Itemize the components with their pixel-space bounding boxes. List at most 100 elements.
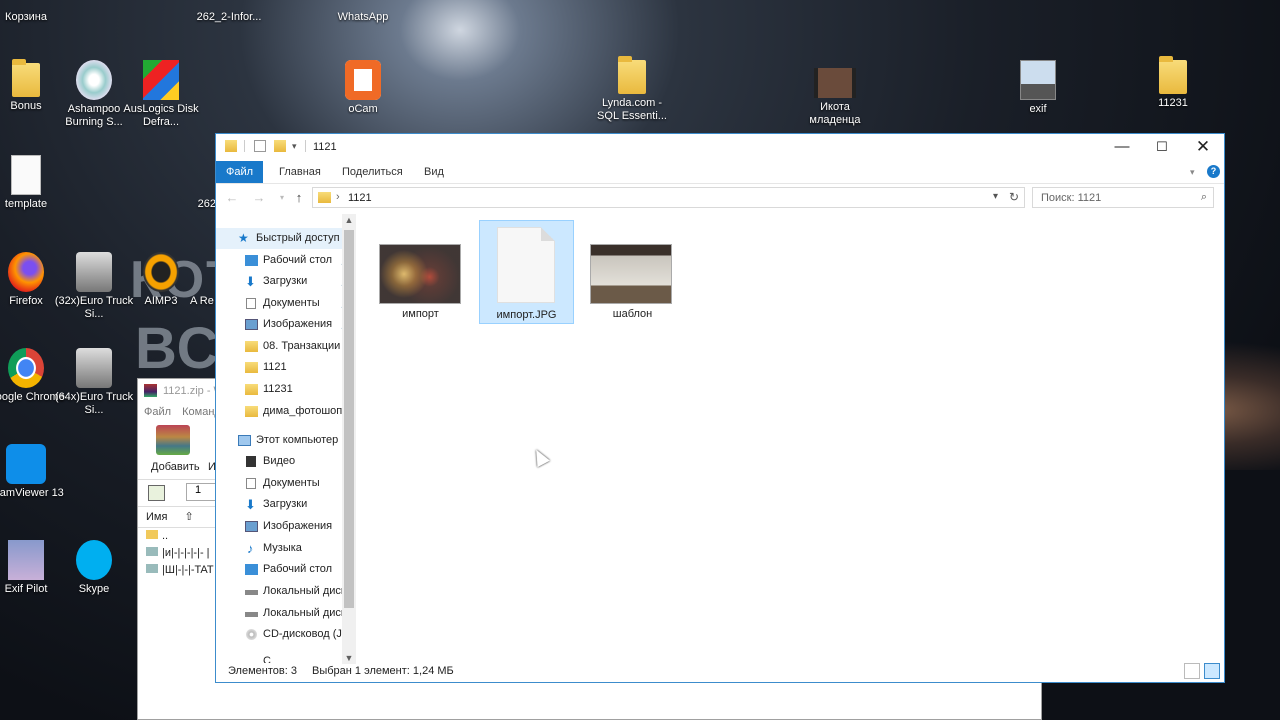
scrollbar-thumb[interactable] bbox=[344, 230, 354, 608]
scroll-up-arrow-icon[interactable]: ▲ bbox=[342, 215, 356, 225]
details-view-icon[interactable] bbox=[1184, 663, 1200, 679]
sidebar-item-label: 11231 bbox=[263, 383, 293, 395]
desktop-icon-11231[interactable]: 11231 bbox=[1133, 56, 1213, 110]
desktop-icon-label: 11231 bbox=[1158, 97, 1188, 109]
winrar-add-icon[interactable] bbox=[156, 425, 190, 455]
ashampoo-icon bbox=[76, 60, 112, 100]
navigation-scrollbar[interactable]: ▲ ▼ bbox=[342, 214, 356, 664]
sidebar-item-label: 1121 bbox=[263, 361, 287, 373]
column-name[interactable]: Имя bbox=[146, 511, 167, 523]
sidebar-item-1121[interactable]: 1121 bbox=[216, 357, 356, 378]
skype-icon bbox=[76, 540, 112, 580]
desktop-icon-label: Skype bbox=[78, 583, 110, 595]
breadcrumb-chevron-icon[interactable]: › bbox=[336, 191, 340, 203]
explorer-titlebar[interactable]: ▾ 1121 — ☐ ✕ bbox=[216, 134, 1224, 161]
help-icon[interactable]: ? bbox=[1207, 165, 1220, 178]
sidebar-item-pc-pictures[interactable]: Изображения bbox=[216, 516, 356, 537]
desktop-icon-document[interactable]: 262_2-Infor... bbox=[189, 0, 269, 24]
sidebar-item-label: Документы bbox=[263, 477, 320, 489]
sidebar-item-label: Загрузки bbox=[263, 275, 308, 287]
desktop-icon-euro-truck-64[interactable]: (64x)Euro Truck Si... bbox=[54, 348, 134, 417]
new-folder-icon[interactable] bbox=[274, 140, 286, 152]
forward-button[interactable]: → bbox=[251, 191, 267, 205]
sidebar-item-this-pc[interactable]: Этот компьютер bbox=[216, 430, 356, 451]
tab-file[interactable]: Файл bbox=[216, 161, 263, 183]
divider bbox=[305, 140, 306, 152]
sidebar-item-label: дима_фотошоп bbox=[263, 405, 343, 417]
desktop-icon-app[interactable]: A Re bbox=[190, 252, 216, 308]
video-icon bbox=[246, 456, 256, 467]
file-list-pane[interactable]: импорт импорт.JPG шаблон bbox=[357, 214, 1223, 664]
recent-chevron-icon[interactable]: ▾ bbox=[274, 191, 290, 205]
sidebar-item-label: Локальный диск bbox=[263, 607, 346, 619]
sidebar-item-dima-photoshop[interactable]: дима_фотошоп bbox=[216, 401, 356, 422]
properties-icon[interactable] bbox=[254, 140, 266, 152]
pictures-icon bbox=[245, 521, 258, 532]
search-input[interactable]: Поиск: 1121 ⌕ bbox=[1032, 187, 1214, 208]
winrar-menu-file[interactable]: Файл bbox=[144, 406, 171, 418]
desktop-icon-label: 262_2-Infor... bbox=[196, 11, 262, 23]
sidebar-item-pc-downloads[interactable]: ⬇ Загрузки bbox=[216, 494, 356, 515]
file-tile[interactable]: шаблон bbox=[585, 220, 680, 324]
sidebar-item-pc-desktop[interactable]: Рабочий стол bbox=[216, 559, 356, 580]
address-bar[interactable]: › 1121 ▾ ↻ bbox=[312, 187, 1025, 208]
winrar-add-button[interactable]: Добавить bbox=[151, 461, 200, 473]
desktop-icon-whatsapp[interactable]: WhatsApp bbox=[323, 0, 403, 24]
exif-icon bbox=[1020, 60, 1056, 100]
sidebar-item-local-disk-d[interactable]: Локальный диск bbox=[216, 603, 356, 624]
back-button[interactable]: ← bbox=[224, 191, 240, 205]
up-folder-icon[interactable] bbox=[148, 485, 165, 501]
desktop-icon-label: 262 bbox=[197, 198, 216, 210]
chevron-down-icon[interactable]: ▾ bbox=[292, 140, 304, 152]
desktop-icon-ocam[interactable]: oCam bbox=[323, 60, 403, 116]
minimize-button[interactable]: — bbox=[1101, 134, 1143, 161]
music-note-icon: ♪ bbox=[247, 541, 254, 556]
desktop-icon-video[interactable]: Икота младенца bbox=[795, 60, 875, 127]
sidebar-item-local-disk-c[interactable]: Локальный диск bbox=[216, 581, 356, 602]
breadcrumb[interactable]: 1121 bbox=[348, 192, 372, 204]
sidebar-item-pc-documents[interactable]: Документы bbox=[216, 473, 356, 494]
tab-share[interactable]: Поделиться bbox=[342, 161, 403, 183]
file-tile[interactable]: импорт bbox=[373, 220, 468, 324]
file-name: импорт.JPG bbox=[496, 309, 557, 321]
document-icon bbox=[246, 478, 256, 489]
desktop-icon-skype[interactable]: Skype bbox=[54, 540, 134, 596]
explorer-window[interactable]: ▾ 1121 — ☐ ✕ Файл Главная Поделиться Вид… bbox=[215, 133, 1225, 683]
desktop-icon-recycle-bin[interactable]: Корзина bbox=[0, 0, 66, 24]
desktop-icon-lynda[interactable]: Lynda.com - SQL Essenti... bbox=[592, 56, 672, 123]
tab-home[interactable]: Главная bbox=[279, 161, 321, 183]
document-icon bbox=[246, 298, 256, 309]
sidebar-item-cd-drive[interactable]: CD-дисковод (J: bbox=[216, 624, 356, 645]
desktop-icon-exif[interactable]: exif bbox=[998, 60, 1078, 116]
close-button[interactable]: ✕ bbox=[1182, 134, 1224, 161]
sidebar-item-downloads[interactable]: ⬇ Загрузки 📌 bbox=[216, 271, 356, 292]
sidebar-item-pictures[interactable]: Изображения 📌 bbox=[216, 314, 356, 335]
sidebar-item-transactions[interactable]: 08. Транзакции bbox=[216, 336, 356, 357]
desktop-icon-aimp[interactable]: AIMP3 bbox=[121, 252, 201, 308]
maximize-button[interactable]: ☐ bbox=[1141, 134, 1183, 161]
status-item-count: Элементов: 3 bbox=[228, 665, 297, 677]
sidebar-item-label: Документы bbox=[263, 297, 320, 309]
sidebar-item-documents[interactable]: Документы 📌 bbox=[216, 293, 356, 314]
document-photo-thumbnail bbox=[590, 244, 672, 304]
sidebar-item-music[interactable]: ♪ Музыка bbox=[216, 538, 356, 559]
sidebar-item-11231[interactable]: 11231 bbox=[216, 379, 356, 400]
navigation-bar: ← → ▾ ↑ › 1121 ▾ ↻ Поиск: 1121 ⌕ bbox=[216, 184, 1224, 212]
desktop-icon-auslogics[interactable]: AusLogics Disk Defra... bbox=[121, 60, 201, 129]
file-tile-selected[interactable]: импорт.JPG bbox=[479, 220, 574, 324]
winrar-icon bbox=[144, 384, 157, 397]
refresh-icon[interactable]: ↻ bbox=[1009, 190, 1019, 204]
navigation-pane[interactable]: ★ Быстрый доступ Рабочий стол 📌 ⬇ Загруз… bbox=[216, 214, 356, 664]
desktop-icon-template[interactable]: template bbox=[0, 155, 66, 211]
desktop-icon-262[interactable]: 262 bbox=[166, 155, 216, 211]
up-button[interactable]: ↑ bbox=[291, 191, 307, 205]
desktop-icon-teamviewer[interactable]: TeamViewer 13 bbox=[0, 444, 66, 500]
ribbon-expand-chevron-icon[interactable]: ▾ bbox=[1190, 161, 1195, 183]
sidebar-item-video[interactable]: Видео bbox=[216, 451, 356, 472]
hard-drive-icon bbox=[245, 612, 258, 617]
tab-view[interactable]: Вид bbox=[424, 161, 444, 183]
address-dropdown-icon[interactable]: ▾ bbox=[993, 191, 998, 202]
large-icons-view-icon[interactable] bbox=[1204, 663, 1220, 679]
sidebar-item-quick-access[interactable]: ★ Быстрый доступ bbox=[216, 228, 356, 249]
sidebar-item-desktop[interactable]: Рабочий стол 📌 bbox=[216, 250, 356, 271]
